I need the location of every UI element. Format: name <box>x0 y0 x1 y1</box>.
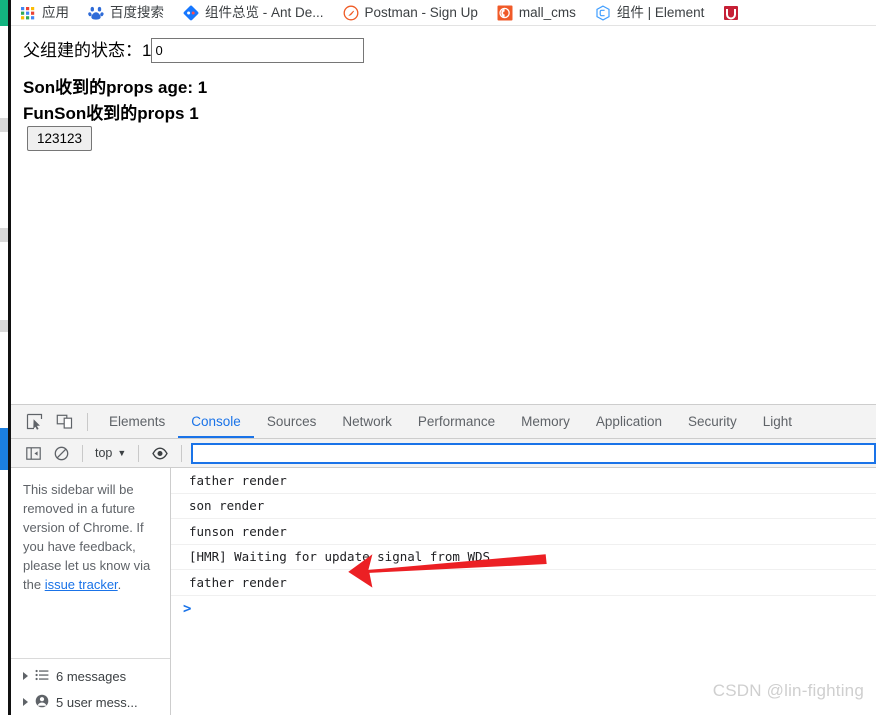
apps-grid-icon <box>20 5 36 21</box>
expand-triangle-icon[interactable] <box>23 672 28 680</box>
sidebar-item-label: 6 messages <box>56 668 127 684</box>
sidebar-item-messages[interactable]: 6 messages <box>11 663 170 689</box>
csdn-watermark: CSDN @lin-fighting <box>712 681 864 700</box>
tab-application[interactable]: Application <box>583 405 675 438</box>
show-console-sidebar-icon[interactable] <box>19 441 47 465</box>
bookmark-baidu[interactable]: 百度搜索 <box>79 2 174 24</box>
sidebar-item-label: 5 user mess... <box>56 694 138 710</box>
console-body: This sidebar will be removed in a future… <box>11 468 876 715</box>
son-props-text: Son收到的props age: 1 <box>23 78 208 97</box>
postman-icon <box>343 5 359 21</box>
expand-triangle-icon[interactable] <box>23 698 28 706</box>
console-toolbar: top ▼ <box>11 439 876 468</box>
bookmark-red-cut-off[interactable] <box>714 2 745 24</box>
funson-props-text: FunSon收到的props 1 <box>23 104 199 123</box>
devtools-panel: Elements Console Sources Network Perform… <box>11 404 876 715</box>
browser-window: 应用 百度搜索 组件总览 - Ant De... Postman - Sign … <box>0 0 876 715</box>
edge-blue-highlight <box>0 428 8 470</box>
page-viewport: 父组建的状态：1 Son收到的props age: 1 FunSon收到的pro… <box>11 27 876 403</box>
console-message: father render <box>171 468 876 494</box>
tab-performance[interactable]: Performance <box>405 405 508 438</box>
tab-security[interactable]: Security <box>675 405 750 438</box>
baidu-icon <box>88 5 104 21</box>
bookmark-label: Postman - Sign Up <box>364 4 478 20</box>
bookmark-element-ui[interactable]: 组件 | Element <box>586 2 715 24</box>
toolbar-divider-3 <box>181 444 183 462</box>
console-filter-input[interactable] <box>191 442 876 464</box>
execution-context-selector[interactable]: top ▼ <box>90 444 131 462</box>
message-list-icon <box>35 668 49 685</box>
ant-design-icon <box>183 5 199 21</box>
toolbar-divider-1 <box>82 444 83 462</box>
edge-green-accent <box>0 0 8 26</box>
tab-network[interactable]: Network <box>329 405 405 438</box>
state-label: 父组建的状态：1 <box>23 40 152 60</box>
mall-cms-icon <box>497 5 513 21</box>
chevron-down-icon: ▼ <box>117 448 127 458</box>
tab-lighthouse[interactable]: Light <box>750 405 805 438</box>
bookmark-label: 应用 <box>42 4 69 20</box>
issue-tracker-link[interactable]: issue tracker <box>45 577 118 592</box>
console-prompt[interactable]: > <box>171 596 876 622</box>
tab-memory[interactable]: Memory <box>508 405 583 438</box>
tab-elements[interactable]: Elements <box>96 405 178 438</box>
bookmark-label: 百度搜索 <box>110 4 164 20</box>
device-toolbar-icon[interactable] <box>49 405 79 438</box>
edge-ghost-1 <box>0 118 8 132</box>
edge-ghost-2 <box>0 228 8 242</box>
devtools-tabbar: Elements Console Sources Network Perform… <box>11 405 876 439</box>
execution-context-value: top <box>95 446 113 460</box>
console-message: [HMR] Waiting for update signal from WDS… <box>171 545 876 570</box>
state-row: 父组建的状态：1 <box>23 38 365 63</box>
inspect-element-icon[interactable] <box>19 405 49 438</box>
action-button[interactable]: 123123 <box>27 126 93 151</box>
bookmark-label: 组件总览 - Ant De... <box>205 4 324 20</box>
sidebar-item-user-messages[interactable]: 5 user mess... <box>11 689 170 715</box>
live-expression-icon[interactable] <box>146 441 174 465</box>
tabbar-divider <box>87 412 88 431</box>
bookmark-mall-cms[interactable]: mall_cms <box>488 2 586 24</box>
console-message: father render <box>171 570 876 596</box>
clear-console-icon[interactable] <box>47 441 75 465</box>
red-bookmark-icon <box>723 5 739 21</box>
sidebar-note-suffix: . <box>117 577 122 592</box>
bookmark-postman[interactable]: Postman - Sign Up <box>334 2 488 24</box>
tab-sources[interactable]: Sources <box>254 405 330 438</box>
bookmark-label: 组件 | Element <box>616 4 705 20</box>
bookmark-label: mall_cms <box>518 4 576 20</box>
sidebar-note-prefix: This sidebar will be removed in a future… <box>23 482 151 592</box>
sidebar-tree: 6 messages 5 user mess... <box>11 658 170 715</box>
bookmark-apps[interactable]: 应用 <box>11 2 79 24</box>
tab-console[interactable]: Console <box>178 405 254 438</box>
prompt-caret-icon: > <box>183 600 192 617</box>
console-message-list[interactable]: father render son render funson render [… <box>171 468 876 715</box>
state-input[interactable] <box>151 38 365 63</box>
console-message: son render <box>171 494 876 519</box>
toolbar-divider-2 <box>138 444 140 462</box>
bookmarks-bar: 应用 百度搜索 组件总览 - Ant De... Postman - Sign … <box>11 0 876 26</box>
sidebar-deprecation-note: This sidebar will be removed in a future… <box>11 468 170 604</box>
element-ui-icon <box>595 4 611 21</box>
bookmark-ant-design[interactable]: 组件总览 - Ant De... <box>174 2 334 24</box>
console-message: funson render <box>171 519 876 545</box>
user-message-icon <box>35 694 49 711</box>
edge-ghost-3 <box>0 320 8 332</box>
console-sidebar: This sidebar will be removed in a future… <box>11 468 171 715</box>
